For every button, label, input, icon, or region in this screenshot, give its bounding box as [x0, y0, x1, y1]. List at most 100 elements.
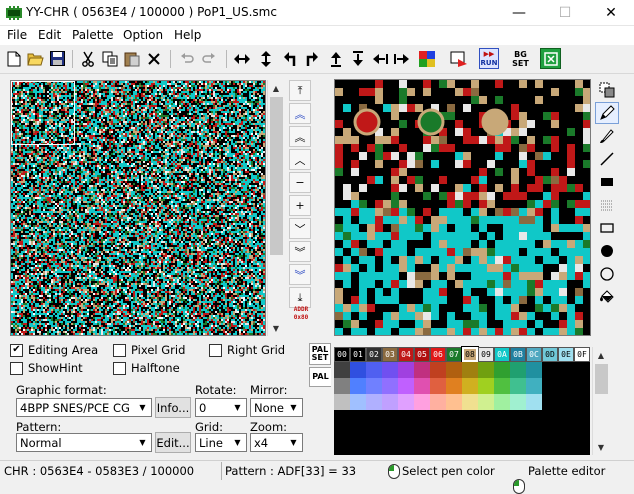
- flip-vertical-button[interactable]: [255, 48, 276, 69]
- palette-swatch[interactable]: [398, 378, 414, 394]
- tile-editor-view[interactable]: [334, 79, 591, 336]
- palette-swatch[interactable]: [446, 362, 462, 378]
- graphic-format-select[interactable]: 4BPP SNES/PCE CG ▼: [16, 398, 152, 417]
- palette-index-0E[interactable]: 0E: [558, 347, 574, 362]
- palette-scrollbar[interactable]: ▲ ▼: [592, 347, 609, 455]
- mirror-select[interactable]: None ▼: [250, 398, 303, 417]
- palette-swatch[interactable]: [414, 394, 430, 410]
- nav-byte-up-button[interactable]: −: [289, 172, 311, 193]
- palette-swatch[interactable]: [430, 378, 446, 394]
- nav-top-button[interactable]: ⤒: [289, 80, 311, 101]
- copy-button[interactable]: [99, 48, 120, 69]
- nav-page-down-button[interactable]: ︾: [289, 241, 311, 262]
- scroll-down-arrow-icon[interactable]: ▼: [593, 439, 609, 455]
- bg-set-button[interactable]: BG SET: [510, 48, 531, 69]
- palette-index-06[interactable]: 06: [430, 347, 446, 362]
- palette-swatch[interactable]: [494, 378, 510, 394]
- save-button[interactable]: [47, 48, 68, 69]
- pattern-select[interactable]: Normal ▼: [16, 433, 152, 452]
- shift-up-button[interactable]: [325, 48, 346, 69]
- palette-swatch[interactable]: [350, 378, 366, 394]
- tile-editor-canvas[interactable]: [335, 80, 591, 336]
- tool-pattern[interactable]: [595, 194, 619, 216]
- palette-index-08[interactable]: 08: [461, 346, 479, 363]
- tool-select[interactable]: [595, 79, 619, 101]
- tool-fill[interactable]: [595, 286, 619, 308]
- palette-index-0C[interactable]: 0C: [526, 347, 542, 362]
- right-grid-checkbox[interactable]: [209, 343, 222, 357]
- halftone-checkbox[interactable]: [113, 361, 126, 375]
- format-info-button[interactable]: Info...: [155, 397, 191, 418]
- pattern-edit-button[interactable]: Edit...: [155, 432, 191, 453]
- open-button[interactable]: [25, 48, 46, 69]
- palette-swatch[interactable]: [382, 362, 398, 378]
- tab-pal-set[interactable]: PAL SET: [309, 343, 331, 365]
- palette-grid-canvas[interactable]: [334, 362, 590, 455]
- rotate-select[interactable]: 0 ▼: [195, 398, 247, 417]
- palette-index-05[interactable]: 05: [414, 347, 430, 362]
- palette-swatch[interactable]: [494, 394, 510, 410]
- menu-palette[interactable]: Palette: [68, 28, 118, 42]
- palette-swatch[interactable]: [334, 378, 350, 394]
- palette-swatch[interactable]: [446, 378, 462, 394]
- palette-swatch[interactable]: [350, 362, 366, 378]
- cut-button[interactable]: [77, 48, 98, 69]
- close-button[interactable]: ✕: [588, 0, 634, 26]
- show-hint-checkbox[interactable]: [10, 361, 23, 375]
- rotate-left-button[interactable]: [279, 48, 300, 69]
- palette-index-0F[interactable]: 0F: [574, 347, 590, 362]
- paste-button[interactable]: [121, 48, 142, 69]
- palette-index-00[interactable]: 00: [334, 347, 350, 362]
- new-file-button[interactable]: [3, 48, 24, 69]
- nav-bottom-button[interactable]: ⤓: [289, 287, 311, 308]
- right-grid-option[interactable]: Right Grid: [209, 343, 285, 357]
- palette-index-09[interactable]: 09: [478, 347, 494, 362]
- palette-swatch[interactable]: [510, 394, 526, 410]
- palette-swatch[interactable]: [382, 394, 398, 410]
- menu-edit[interactable]: Edit: [34, 28, 65, 42]
- grid-select[interactable]: Line ▼: [195, 433, 247, 452]
- delete-button[interactable]: [143, 48, 164, 69]
- palette-swatch[interactable]: [398, 362, 414, 378]
- palette-swatch[interactable]: [462, 362, 478, 378]
- palette-swatch[interactable]: [526, 362, 542, 378]
- palette-swatch[interactable]: [462, 378, 478, 394]
- palette-index-02[interactable]: 02: [366, 347, 382, 362]
- minimize-button[interactable]: —: [496, 0, 542, 26]
- nav-byte-down-button[interactable]: +: [289, 195, 311, 216]
- tool-brush[interactable]: [595, 125, 619, 147]
- palette-swatch[interactable]: [414, 362, 430, 378]
- replace-color-button[interactable]: [416, 48, 437, 69]
- palette-swatch[interactable]: [366, 362, 382, 378]
- addr-align-button[interactable]: ADDR 0x80: [290, 306, 312, 322]
- export-button[interactable]: [448, 48, 469, 69]
- flip-horizontal-button[interactable]: [231, 48, 252, 69]
- scroll-up-arrow-icon[interactable]: ▲: [268, 80, 284, 96]
- shift-left-button[interactable]: [369, 48, 390, 69]
- palette-swatch[interactable]: [334, 394, 350, 410]
- tool-line[interactable]: [595, 148, 619, 170]
- shift-down-button[interactable]: [347, 48, 368, 69]
- menu-option[interactable]: Option: [119, 28, 167, 42]
- palette-swatch[interactable]: [526, 378, 542, 394]
- shift-right-button[interactable]: [391, 48, 412, 69]
- editing-area-option[interactable]: ✔ Editing Area: [10, 343, 98, 357]
- menu-help[interactable]: Help: [170, 28, 205, 42]
- scroll-up-arrow-icon[interactable]: ▲: [593, 347, 609, 363]
- undo-button[interactable]: [176, 48, 197, 69]
- palette-index-07[interactable]: 07: [446, 347, 462, 362]
- palette-index-01[interactable]: 01: [350, 347, 366, 362]
- palette-scroll-thumb[interactable]: [595, 364, 608, 394]
- zoom-select[interactable]: x4 ▼: [250, 433, 303, 452]
- palette-swatch[interactable]: [478, 378, 494, 394]
- palette-grid[interactable]: [334, 362, 590, 455]
- nav-page-up-button[interactable]: ︽: [289, 126, 311, 147]
- tab-pal[interactable]: PAL: [309, 367, 331, 387]
- palette-swatch[interactable]: [430, 362, 446, 378]
- pixel-grid-checkbox[interactable]: [113, 343, 126, 357]
- palette-swatch[interactable]: [350, 394, 366, 410]
- palette-swatch[interactable]: [430, 394, 446, 410]
- nav-page-down-fast-button[interactable]: ︾: [289, 264, 311, 285]
- chr-bank-view[interactable]: [10, 80, 266, 336]
- halftone-option[interactable]: Halftone: [113, 361, 180, 375]
